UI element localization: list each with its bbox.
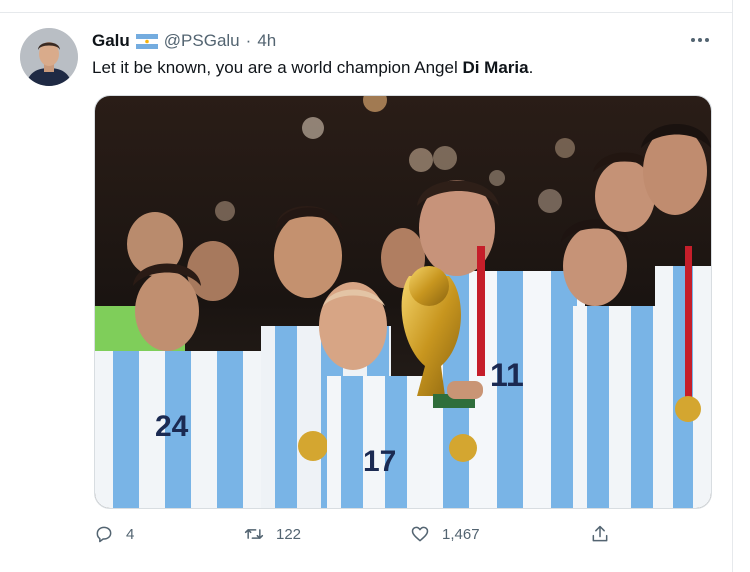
share-button[interactable] (590, 524, 610, 544)
right-divider (732, 0, 733, 572)
retweet-count: 122 (276, 525, 302, 543)
reply-icon (96, 526, 112, 543)
tweet-photo[interactable]: 24 17 11 (94, 95, 712, 509)
more-icon (691, 38, 709, 42)
celebration-photo: 24 17 11 (95, 96, 711, 508)
author-handle[interactable]: @PSGalu (164, 31, 240, 51)
svg-text:24: 24 (155, 410, 189, 443)
tweet-timestamp[interactable]: 4h (257, 31, 276, 51)
share-icon (592, 525, 608, 542)
tweet-text: Let it be known, you are a world champio… (92, 58, 533, 78)
like-count: 1,467 (442, 525, 480, 543)
tweet-text-end: . (528, 58, 534, 77)
reply-count: 4 (126, 525, 135, 543)
top-divider (0, 0, 732, 13)
retweet-button[interactable]: 122 (244, 524, 301, 544)
avatar[interactable] (20, 28, 78, 86)
separator-dot: · (245, 31, 252, 50)
tweet-header: Galu @PSGalu · 4h (92, 30, 276, 52)
argentina-flag-icon (135, 33, 158, 49)
more-options-button[interactable] (686, 28, 714, 52)
tweet-text-bold: Di Maria (462, 58, 529, 77)
svg-text:17: 17 (363, 445, 396, 478)
heart-icon (411, 526, 429, 542)
tweet-text-start: Let it be known, you are a world champio… (92, 58, 463, 77)
author-name[interactable]: Galu (92, 31, 130, 51)
like-button[interactable]: 1,467 (410, 524, 480, 544)
reply-button[interactable]: 4 (94, 524, 134, 544)
tweet-action-bar: 4 122 1,467 (94, 524, 624, 548)
retweet-icon (244, 529, 264, 539)
svg-text:11: 11 (490, 357, 524, 393)
